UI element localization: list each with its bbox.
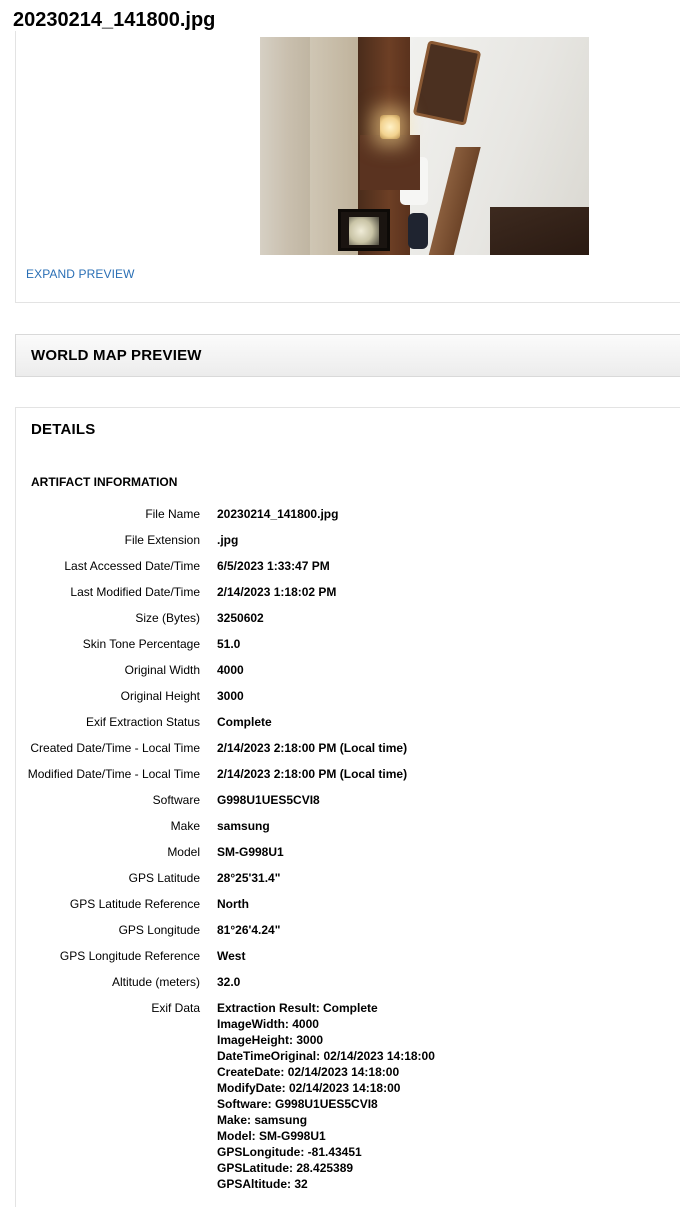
row-label: Last Accessed Date/Time [64,559,200,573]
row-label: GPS Longitude Reference [59,949,200,963]
row-value: 4000 [217,663,244,677]
row-value: 28°25'31.4" [217,871,281,885]
row-label: Skin Tone Percentage [82,637,200,651]
row-value: 20230214_141800.jpg [217,507,339,521]
table-row: Modified Date/Time - Local Time 2/14/202… [16,761,676,787]
row-label: Created Date/Time - Local Time [30,741,200,755]
table-row: Last Modified Date/Time 2/14/2023 1:18:0… [16,579,676,605]
table-row: Size (Bytes) 3250602 [16,605,676,631]
row-label: Software [152,793,200,807]
exif-line: Model: SM-G998U1 [217,1129,326,1143]
world-map-preview-heading: WORLD MAP PREVIEW [31,347,202,364]
row-value: North [217,897,249,911]
artifact-information-table: File Name 20230214_141800.jpg File Exten… [16,501,676,1192]
exif-line: CreateDate: 02/14/2023 14:18:00 [217,1065,400,1079]
row-value: 81°26'4.24" [217,923,281,937]
row-label: Original Width [124,663,200,677]
details-heading: DETAILS [31,421,96,438]
table-row: Software G998U1UES5CVI8 [16,787,676,813]
image-preview-panel: EXPAND PREVIEW [15,31,680,303]
row-value: G998U1UES5CVI8 [217,793,320,807]
row-value: samsung [217,819,270,833]
row-label: Last Modified Date/Time [70,585,200,599]
table-row: Model SM-G998U1 [16,839,676,865]
image-preview[interactable] [260,37,589,255]
exif-line: GPSAltitude: 32 [217,1177,308,1191]
table-row: Original Height 3000 [16,683,676,709]
table-row: Skin Tone Percentage 51.0 [16,631,676,657]
row-value: 2/14/2023 1:18:02 PM [217,585,337,599]
row-value: 51.0 [217,637,241,651]
table-row: Altitude (meters) 32.0 [16,969,676,995]
row-label: Original Height [120,689,200,703]
table-row: Exif Extraction Status Complete [16,709,676,735]
row-value: SM-G998U1 [217,845,284,859]
exif-line: DateTimeOriginal: 02/14/2023 14:18:00 [217,1049,435,1063]
exif-line: Software: G998U1UES5CVI8 [217,1097,378,1111]
exif-line: GPSLatitude: 28.425389 [217,1161,354,1175]
table-row: Created Date/Time - Local Time 2/14/2023… [16,735,676,761]
row-label: File Extension [124,533,200,547]
row-label: File Name [145,507,200,521]
row-label: GPS Latitude [128,871,200,885]
expand-preview-link[interactable]: EXPAND PREVIEW [26,267,135,281]
row-label: Altitude (meters) [111,975,200,989]
artifact-information-title: ARTIFACT INFORMATION [31,475,178,489]
table-row: GPS Latitude Reference North [16,891,676,917]
row-value: .jpg [217,533,239,547]
row-value: 6/5/2023 1:33:47 PM [217,559,330,573]
row-label: Size (Bytes) [135,611,200,625]
exif-line: ImageWidth: 4000 [217,1017,319,1031]
table-row: GPS Longitude Reference West [16,943,676,969]
details-panel: DETAILS ARTIFACT INFORMATION File Name 2… [15,407,680,1207]
row-value: 3250602 [217,611,264,625]
row-label: Modified Date/Time - Local Time [27,767,200,781]
row-value: 3000 [217,689,244,703]
row-value: 2/14/2023 2:18:00 PM (Local time) [217,767,408,781]
row-label: GPS Longitude [118,923,200,937]
row-value: 32.0 [217,975,241,989]
row-label: Exif Data [151,1001,200,1015]
row-label: Model [167,845,200,859]
exif-line: Make: samsung [217,1113,308,1127]
exif-data-value: Extraction Result: Complete ImageWidth: … [210,995,676,1192]
exif-data-row: Exif Data Extraction Result: Complete Im… [16,995,676,1192]
row-label: Make [170,819,200,833]
exif-line: ModifyDate: 02/14/2023 14:18:00 [217,1081,401,1095]
exif-line: ImageHeight: 3000 [217,1033,324,1047]
table-row: GPS Latitude 28°25'31.4" [16,865,676,891]
table-row: File Name 20230214_141800.jpg [16,501,676,527]
table-row: Make samsung [16,813,676,839]
exif-line: Extraction Result: Complete [217,1001,378,1015]
row-value: Complete [217,715,272,729]
exif-line: GPSLongitude: -81.43451 [217,1145,362,1159]
row-label: Exif Extraction Status [85,715,200,729]
row-value: 2/14/2023 2:18:00 PM (Local time) [217,741,408,755]
table-row: Last Accessed Date/Time 6/5/2023 1:33:47… [16,553,676,579]
table-row: Original Width 4000 [16,657,676,683]
world-map-preview-panel[interactable]: WORLD MAP PREVIEW [15,334,680,377]
table-row: File Extension .jpg [16,527,676,553]
row-label: GPS Latitude Reference [69,897,200,911]
page-title: 20230214_141800.jpg [13,9,216,31]
row-value: West [217,949,246,963]
table-row: GPS Longitude 81°26'4.24" [16,917,676,943]
